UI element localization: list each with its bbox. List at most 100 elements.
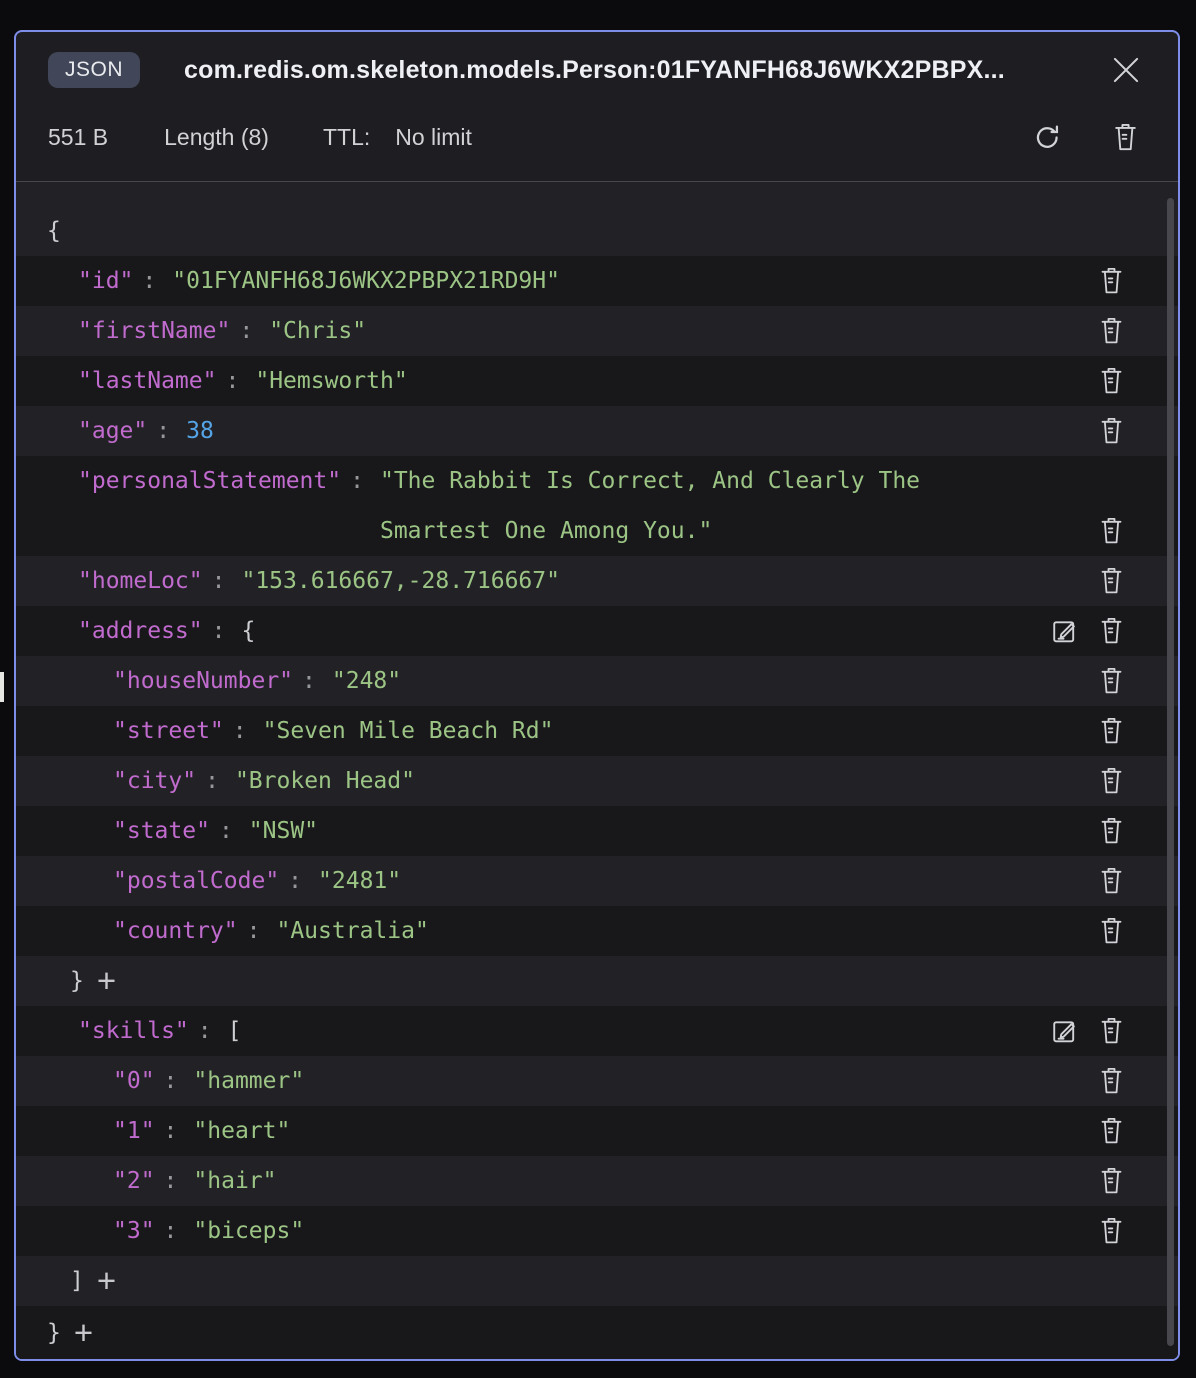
delete-row-button[interactable] — [1096, 1215, 1126, 1247]
row-skills-3: "3": "biceps" — [16, 1206, 1178, 1256]
root-open: { — [16, 206, 1178, 256]
trash-icon — [1097, 1116, 1126, 1146]
row-line: "0":"hammer" — [16, 1056, 304, 1106]
refresh-key-button[interactable] — [1030, 120, 1064, 154]
edit-entry-button[interactable] — [1049, 615, 1079, 647]
row-skills-0: "0":"hammer" — [16, 1056, 1178, 1106]
json-key: "street" — [113, 706, 224, 756]
json-key: "state" — [113, 806, 210, 856]
delete-row-button[interactable] — [1096, 665, 1126, 697]
row-city: "city":"Broken Head" — [16, 756, 1178, 806]
json-value[interactable]: "hammer" — [193, 1056, 304, 1106]
row-line: }+ — [16, 1308, 93, 1358]
delete-key-button[interactable] — [1108, 120, 1142, 154]
row-skills-1: "1":"heart" — [16, 1106, 1178, 1156]
add-item-button[interactable]: + — [74, 1309, 93, 1357]
row-line: "skills":[ — [16, 1006, 242, 1056]
row-actions — [1096, 1156, 1126, 1206]
json-colon: : — [205, 756, 219, 806]
json-value[interactable]: "Australia" — [276, 906, 428, 956]
delete-row-button[interactable] — [1096, 315, 1126, 347]
add-item-button[interactable]: + — [97, 957, 116, 1005]
json-value[interactable]: "01FYANFH68J6WKX2PBPX21RD9H" — [172, 256, 560, 306]
json-value[interactable]: "153.616667,-28.716667" — [241, 556, 560, 606]
delete-row-button[interactable] — [1096, 365, 1126, 397]
row-address-open: "address":{ — [16, 606, 1178, 656]
delete-row-button[interactable] — [1096, 615, 1126, 647]
json-key: "1" — [113, 1106, 155, 1156]
delete-row-button[interactable] — [1096, 1165, 1126, 1197]
row-line: "1":"heart" — [16, 1106, 290, 1156]
row-actions — [1096, 756, 1126, 806]
row-line: "homeLoc":"153.616667,-28.716667" — [16, 556, 560, 606]
json-value[interactable]: "NSW" — [249, 806, 318, 856]
trash-icon — [1110, 122, 1141, 153]
json-key: "houseNumber" — [113, 656, 293, 706]
json-bracket: } — [70, 956, 84, 1006]
delete-row-button[interactable] — [1096, 765, 1126, 797]
trash-icon — [1097, 616, 1126, 646]
json-value[interactable]: "Seven Mile Beach Rd" — [263, 706, 554, 756]
row-actions — [1096, 256, 1126, 306]
delete-row-button[interactable] — [1096, 1065, 1126, 1097]
delete-row-button[interactable] — [1096, 515, 1126, 547]
row-firstName: "firstName":"Chris" — [16, 306, 1178, 356]
json-value[interactable]: "Chris" — [269, 306, 366, 356]
row-state: "state": "NSW" — [16, 806, 1178, 856]
delete-row-button[interactable] — [1096, 815, 1126, 847]
row-skills-close: ]+ — [16, 1256, 1178, 1306]
json-value[interactable]: "Hemsworth" — [255, 356, 407, 406]
row-actions — [1096, 556, 1126, 606]
key-type-badge: JSON — [48, 52, 140, 88]
row-actions — [1096, 706, 1126, 756]
root-close: }+ — [16, 1306, 1178, 1359]
trash-icon — [1097, 566, 1126, 596]
json-key: "0" — [113, 1056, 155, 1106]
trash-icon — [1097, 916, 1126, 946]
json-colon: : — [219, 806, 233, 856]
json-value[interactable]: "248" — [332, 656, 401, 706]
json-value[interactable]: "2481" — [318, 856, 401, 906]
edit-entry-button[interactable] — [1049, 1015, 1079, 1047]
row-line: "country":"Australia" — [16, 906, 429, 956]
json-value[interactable]: "biceps" — [193, 1206, 304, 1256]
json-open-bracket: { — [241, 606, 255, 656]
json-key: "personalStatement" — [78, 456, 341, 506]
delete-row-button[interactable] — [1096, 915, 1126, 947]
delete-row-button[interactable] — [1096, 1115, 1126, 1147]
row-skills-2: "2":"hair" — [16, 1156, 1178, 1206]
json-colon: : — [164, 1206, 178, 1256]
row-id: "id":"01FYANFH68J6WKX2PBPX21RD9H" — [16, 256, 1178, 306]
trash-icon — [1097, 266, 1126, 296]
add-item-button[interactable]: + — [97, 1257, 116, 1305]
json-open-bracket: [ — [228, 1006, 242, 1056]
json-value[interactable]: 38 — [186, 406, 214, 456]
json-viewer: {"id":"01FYANFH68J6WKX2PBPX21RD9H""first… — [16, 182, 1178, 1359]
delete-row-button[interactable] — [1096, 1015, 1126, 1047]
key-header-top: JSON com.redis.om.skeleton.models.Person… — [48, 48, 1148, 92]
json-key: "country" — [113, 906, 238, 956]
row-line: "lastName":"Hemsworth" — [16, 356, 408, 406]
json-key: "skills" — [78, 1006, 189, 1056]
trash-icon — [1097, 666, 1126, 696]
row-actions — [1049, 1006, 1126, 1056]
background-app-notch — [0, 672, 4, 702]
json-value[interactable]: "The Rabbit Is Correct, And Clearly The … — [380, 456, 980, 556]
json-rows: {"id":"01FYANFH68J6WKX2PBPX21RD9H""first… — [16, 206, 1178, 1359]
delete-row-button[interactable] — [1096, 265, 1126, 297]
close-button[interactable] — [1106, 50, 1146, 90]
scrollbar-thumb[interactable] — [1167, 198, 1174, 1346]
delete-row-button[interactable] — [1096, 865, 1126, 897]
refresh-icon — [1032, 122, 1063, 153]
ttl-value[interactable]: No limit — [395, 124, 472, 151]
json-value[interactable]: "Broken Head" — [235, 756, 415, 806]
json-value[interactable]: "heart" — [193, 1106, 290, 1156]
delete-row-button[interactable] — [1096, 565, 1126, 597]
json-colon: : — [142, 256, 156, 306]
delete-row-button[interactable] — [1096, 415, 1126, 447]
row-lastName: "lastName":"Hemsworth" — [16, 356, 1178, 406]
json-key: "postalCode" — [113, 856, 279, 906]
json-key: "3" — [113, 1206, 155, 1256]
json-value[interactable]: "hair" — [193, 1156, 276, 1206]
delete-row-button[interactable] — [1096, 715, 1126, 747]
